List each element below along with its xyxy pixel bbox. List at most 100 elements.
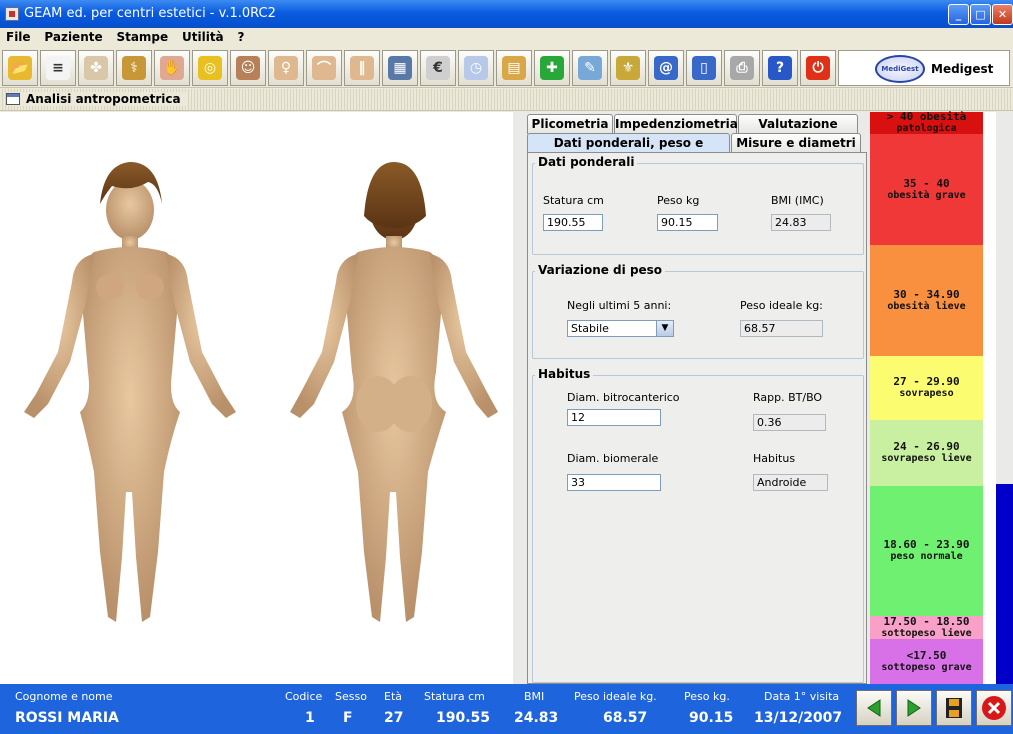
bitrocanterico-label: Diam. bitrocanterico: [567, 391, 680, 404]
window-title-bar[interactable]: GEAM ed. per centri estetici - v.1.0RC2: [0, 0, 1013, 28]
section-title-dati-ponderali: Dati ponderali: [535, 155, 638, 169]
weight-change-select[interactable]: Stabile ▼: [567, 320, 674, 337]
menu-utilita[interactable]: Utilità: [176, 28, 228, 44]
caduceus-button[interactable]: ⚕: [116, 50, 152, 86]
app-window: GEAM ed. per centri estetici - v.1.0RC2 …: [0, 0, 1013, 734]
status-value-nome: ROSSI MARIA: [15, 710, 119, 726]
status-label-eta: Età: [384, 690, 403, 703]
floppy-disk-icon: [946, 698, 962, 718]
previous-button[interactable]: [856, 690, 892, 726]
arrow-right-icon: [907, 699, 921, 717]
open-folder-button[interactable]: 📂: [2, 50, 38, 86]
hand-icon: ✋: [160, 56, 184, 80]
hips-button[interactable]: ⌒: [306, 50, 342, 86]
tab-impedenziometria[interactable]: Impedenziometria: [614, 114, 738, 134]
status-value-codice: 1: [305, 710, 315, 726]
rapp-bt-bo-field: 0.36: [753, 414, 826, 431]
maximize-button[interactable]: □: [970, 4, 991, 25]
bmi-class-label: sovrapeso lieve: [881, 453, 972, 464]
save-button[interactable]: [936, 690, 972, 726]
legs-button[interactable]: ‖: [344, 50, 380, 86]
bmi-scale-segment: 24 - 26.90 sovrapeso lieve: [870, 420, 983, 486]
internal-frame-title: Analisi antropometrica: [26, 92, 181, 106]
status-value-data: 13/12/2007: [754, 710, 843, 726]
power-button[interactable]: ⏻: [800, 50, 836, 86]
menu-help[interactable]: ?: [231, 28, 248, 44]
notepad-button[interactable]: ✎: [572, 50, 608, 86]
pharmacy-cross-button[interactable]: ✚: [534, 50, 570, 86]
status-value-peso: 90.15: [689, 710, 734, 726]
measuring-tape-button[interactable]: ◎: [192, 50, 228, 86]
biomerale-input[interactable]: 33: [567, 474, 661, 491]
menu-stampe[interactable]: Stampe: [110, 28, 172, 44]
calculator-icon: ▦: [388, 56, 412, 80]
ultimi-anni-label: Negli ultimi 5 anni:: [567, 299, 672, 312]
analysis-panel: Plicometria Impedenziometria Valutazione…: [513, 112, 870, 684]
status-value-statura: 190.55: [436, 710, 491, 726]
tab-valutazione-fisica[interactable]: Valutazione fisica: [738, 114, 858, 150]
bitrocanterico-input[interactable]: 12: [567, 409, 661, 426]
emblem-button[interactable]: ⚜: [610, 50, 646, 86]
rapp-bt-bo-label: Rapp. BT/BO: [753, 391, 823, 404]
bmi-range-label: 18.60 - 23.90: [883, 538, 970, 551]
help-button[interactable]: ?: [762, 50, 798, 86]
notepad-icon: ✎: [578, 56, 602, 80]
vitruvian-man-button[interactable]: ✤: [78, 50, 114, 86]
euro-button[interactable]: €: [420, 50, 456, 86]
pharmacy-cross-icon: ✚: [540, 56, 564, 80]
tab-misure-diametri[interactable]: Misure e diametri: [731, 133, 861, 153]
menu-paziente[interactable]: Paziente: [38, 28, 106, 44]
legs-icon: ‖: [350, 56, 374, 80]
emblem-icon: ⚜: [616, 56, 640, 80]
bmi-range-label: 24 - 26.90: [893, 440, 960, 453]
body-model-view: [0, 112, 513, 684]
status-label-bmi: BMI: [524, 690, 545, 703]
calculator-button[interactable]: ▦: [382, 50, 418, 86]
statura-input[interactable]: 190.55: [543, 214, 603, 231]
hand-button[interactable]: ✋: [154, 50, 190, 86]
tab-plicometria[interactable]: Plicometria: [527, 114, 613, 134]
section-title-habitus: Habitus: [535, 367, 594, 381]
medigest-name: Medigest: [931, 62, 994, 76]
bmi-scale-segment: 27 - 29.90 sovrapeso: [870, 356, 983, 420]
next-button[interactable]: [896, 690, 932, 726]
chevron-down-icon[interactable]: ▼: [656, 321, 673, 336]
bmi-range-label: > 40 obesità: [886, 110, 967, 123]
book-icon: ▤: [502, 56, 526, 80]
arrow-left-icon: [867, 699, 881, 717]
clock-icon: ◷: [464, 56, 488, 80]
status-label-sesso: Sesso: [335, 690, 367, 703]
status-label-data: Data 1° visita: [764, 690, 840, 703]
open-folder-icon: 📂: [8, 56, 32, 80]
email-at-button[interactable]: @: [648, 50, 684, 86]
document-button[interactable]: ≡: [40, 50, 76, 86]
biomerale-label: Diam. biomerale: [567, 452, 659, 465]
window-title: GEAM ed. per centri estetici - v.1.0RC2: [24, 6, 276, 21]
status-value-sesso: F: [343, 710, 353, 726]
peso-ideale-field: 68.57: [740, 320, 823, 337]
clock-button[interactable]: ◷: [458, 50, 494, 86]
tab-dati-ponderali[interactable]: Dati ponderali, peso e habitus: [527, 133, 730, 169]
book-button[interactable]: ▤: [496, 50, 532, 86]
bmi-range-label: 27 - 29.90: [893, 375, 960, 388]
menu-file[interactable]: File: [0, 28, 35, 44]
bmi-scale-segment: <17.50 sottopeso grave: [870, 639, 983, 684]
contacts-button[interactable]: ▯: [686, 50, 722, 86]
bmi-scale-gap: [983, 112, 996, 684]
torso-button[interactable]: ♀: [268, 50, 304, 86]
habitus-label: Habitus: [753, 452, 796, 465]
weight-change-value: Stabile: [571, 322, 609, 335]
bmi-class-label: sottopeso lieve: [881, 627, 972, 639]
exit-button[interactable]: [976, 690, 1012, 726]
internal-frame-title-bar[interactable]: Analisi antropometrica: [0, 89, 1013, 111]
body-model-illustration: [24, 162, 498, 622]
statura-label: Statura cm: [543, 194, 604, 207]
face-button[interactable]: ☺: [230, 50, 266, 86]
minimize-button[interactable]: _: [948, 4, 969, 25]
status-label-peso-ideale: Peso ideale kg.: [574, 690, 657, 703]
email-at-icon: @: [654, 56, 678, 80]
close-button[interactable]: ✕: [992, 4, 1013, 25]
bmi-range-label: 30 - 34.90: [893, 287, 960, 301]
peso-input[interactable]: 90.15: [657, 214, 718, 231]
printer-button[interactable]: ⎙: [724, 50, 760, 86]
